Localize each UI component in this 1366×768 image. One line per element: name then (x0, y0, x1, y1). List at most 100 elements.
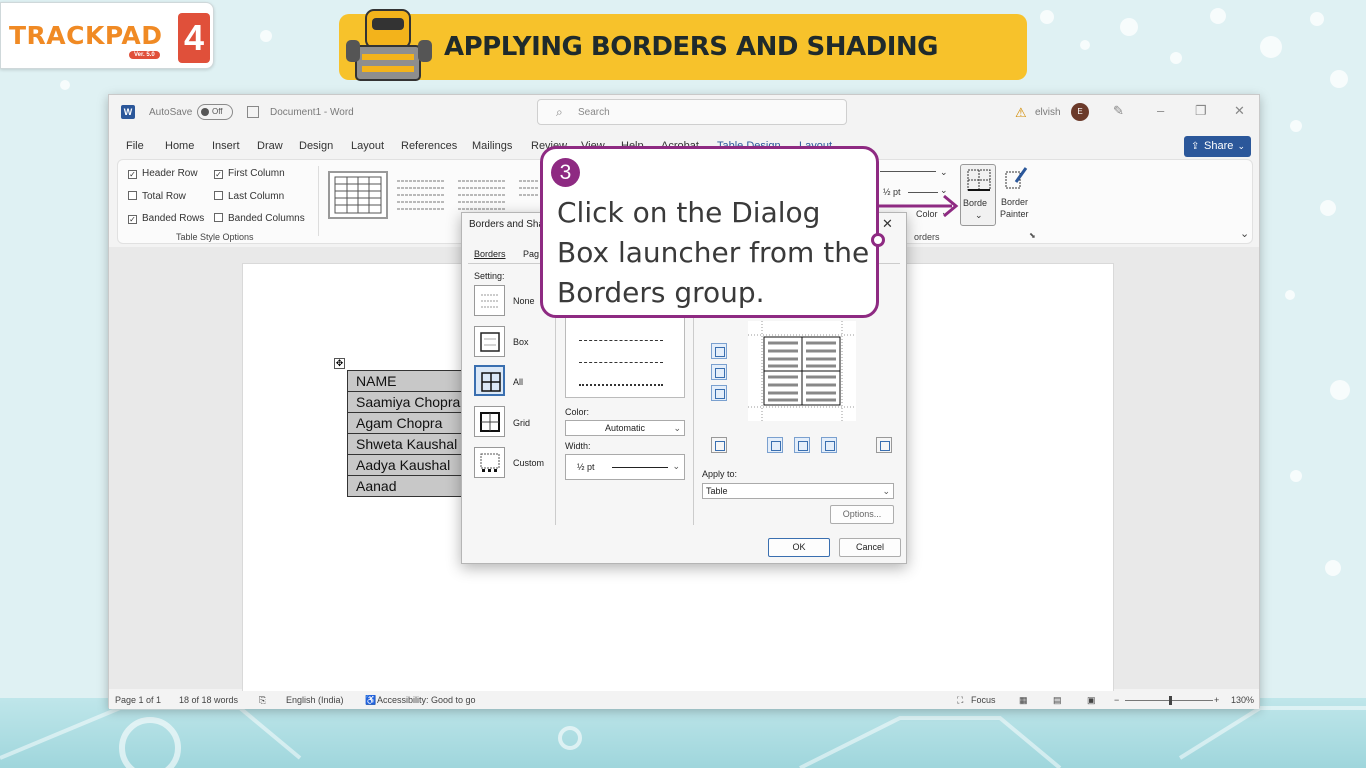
setting-box-label[interactable]: Box (513, 337, 529, 347)
save-icon[interactable] (247, 106, 259, 118)
table-row[interactable]: Saamiya Chopra (347, 391, 465, 413)
inside-horizontal-border-button[interactable] (711, 364, 727, 380)
word-count[interactable]: 18 of 18 words (179, 695, 238, 705)
diagonal-up-border-button[interactable] (876, 437, 892, 453)
minimize-icon[interactable]: – (1157, 103, 1164, 118)
close-icon[interactable]: ✕ (1234, 103, 1245, 119)
read-mode-icon[interactable]: ▦ (1019, 695, 1028, 706)
inside-vertical-border-button[interactable] (794, 437, 810, 453)
setting-all-button[interactable] (474, 365, 505, 396)
options-button[interactable]: Options... (830, 505, 894, 524)
print-layout-icon[interactable]: ▤ (1053, 695, 1062, 706)
table-cell[interactable]: NAME (347, 370, 465, 392)
names-table[interactable]: NAME Saamiya Chopra Agam Chopra Shweta K… (347, 370, 465, 497)
right-border-button[interactable] (821, 437, 837, 453)
table-row[interactable]: Agam Chopra (347, 412, 465, 434)
focus-button[interactable]: Focus (971, 695, 996, 705)
table-style-thumb[interactable] (328, 171, 388, 219)
header-row-option[interactable]: ✓ Header Row (128, 168, 198, 179)
option-label: Banded Rows (142, 213, 205, 224)
table-style-thumb[interactable] (393, 171, 453, 219)
table-move-handle-icon[interactable]: ✥ (334, 358, 345, 369)
tab-layout[interactable]: Layout (351, 140, 384, 152)
diagonal-down-border-button[interactable] (711, 437, 727, 453)
banded-rows-option[interactable]: ✓ Banded Rows (128, 213, 204, 224)
setting-grid-button[interactable] (474, 406, 505, 437)
setting-grid-label[interactable]: Grid (513, 418, 530, 428)
borders-label: Borde (963, 198, 988, 208)
language-status[interactable]: English (India) (286, 695, 344, 705)
banded-columns-option[interactable]: Banded Columns (214, 213, 305, 224)
borders-button[interactable]: Borde ⌄ (960, 164, 996, 226)
zoom-out-icon[interactable]: − (1114, 695, 1119, 705)
border-painter-label[interactable]: Painter (1000, 209, 1029, 219)
search-input[interactable]: ⌕ Search (537, 99, 847, 125)
line-style-option[interactable] (579, 384, 663, 386)
border-preview[interactable] (748, 321, 856, 421)
setting-none-button[interactable] (474, 285, 505, 316)
setting-custom-button[interactable] (474, 447, 505, 478)
line-style-option[interactable] (579, 362, 663, 363)
last-column-option[interactable]: Last Column (214, 191, 284, 202)
table-row[interactable]: Shweta Kaushal (347, 433, 465, 455)
total-row-option[interactable]: Total Row (128, 191, 186, 202)
brand-number: 4 (178, 13, 210, 63)
setting-none-label[interactable]: None (513, 296, 535, 306)
top-border-button[interactable] (711, 343, 727, 359)
cancel-button[interactable]: Cancel (839, 538, 901, 557)
zoom-level[interactable]: 130% (1231, 695, 1254, 705)
left-border-button[interactable] (767, 437, 783, 453)
autosave-toggle[interactable]: Off (197, 104, 233, 120)
table-cell[interactable]: Shweta Kaushal (347, 433, 465, 455)
tab-borders[interactable]: Borders (474, 249, 506, 259)
width-select[interactable]: ½ pt ⌄ (565, 454, 685, 480)
table-row[interactable]: Aanad (347, 475, 465, 497)
tab-design[interactable]: Design (299, 140, 333, 152)
width-label: Width: (565, 441, 591, 451)
table-cell[interactable]: Aanad (347, 475, 465, 497)
bottom-border-button[interactable] (711, 385, 727, 401)
setting-label: Setting: (474, 271, 505, 281)
warning-icon[interactable]: ⚠ (1015, 105, 1027, 121)
restore-icon[interactable]: ❐ (1195, 103, 1207, 119)
setting-custom-label[interactable]: Custom (513, 458, 544, 468)
table-row[interactable]: Aadya Kaushal (347, 454, 465, 476)
border-painter-label[interactable]: Border (1001, 197, 1028, 207)
width-line-preview (612, 467, 668, 468)
tab-references[interactable]: References (401, 140, 457, 152)
table-style-options-label: Table Style Options (176, 232, 254, 242)
tab-draw[interactable]: Draw (257, 140, 283, 152)
first-column-option[interactable]: ✓ First Column (214, 168, 285, 179)
setting-box-button[interactable] (474, 326, 505, 357)
proofing-icon[interactable]: ⎘ (259, 695, 266, 706)
apply-to-select[interactable]: Table ⌄ (702, 483, 894, 499)
line-style-option[interactable] (579, 340, 663, 341)
share-button[interactable]: ⇪ Share ⌄ (1184, 136, 1251, 157)
tab-mailings[interactable]: Mailings (472, 140, 512, 152)
tab-home[interactable]: Home (165, 140, 194, 152)
table-row[interactable]: NAME (347, 370, 465, 392)
tab-insert[interactable]: Insert (212, 140, 240, 152)
chevron-down-icon: ⌄ (975, 210, 983, 220)
page-count[interactable]: Page 1 of 1 (115, 695, 161, 705)
chevron-down-icon[interactable]: ⌄ (940, 167, 948, 178)
zoom-in-icon[interactable]: + (1214, 695, 1219, 705)
setting-all-label[interactable]: All (513, 377, 523, 387)
web-layout-icon[interactable]: ▣ (1087, 695, 1096, 706)
table-cell[interactable]: Agam Chopra (347, 412, 465, 434)
chevron-down-icon[interactable]: ⌄ (1240, 227, 1249, 240)
avatar[interactable]: E (1071, 103, 1089, 121)
zoom-slider-thumb[interactable] (1169, 696, 1172, 705)
line-style-preview[interactable] (880, 171, 936, 172)
tab-page-border[interactable]: Pag (523, 249, 539, 259)
pen-icon[interactable]: ✎ (1113, 103, 1124, 119)
accessibility-status[interactable]: Accessibility: Good to go (377, 695, 476, 705)
line-style-list[interactable] (565, 313, 685, 398)
table-cell[interactable]: Saamiya Chopra (347, 391, 465, 413)
color-select[interactable]: Automatic ⌄ (565, 420, 685, 436)
border-painter-icon[interactable] (1004, 166, 1028, 192)
table-cell[interactable]: Aadya Kaushal (347, 454, 465, 476)
tab-file[interactable]: File (126, 140, 144, 152)
ok-button[interactable]: OK (768, 538, 830, 557)
dialog-launcher-icon[interactable]: ⬊ (1029, 231, 1036, 240)
